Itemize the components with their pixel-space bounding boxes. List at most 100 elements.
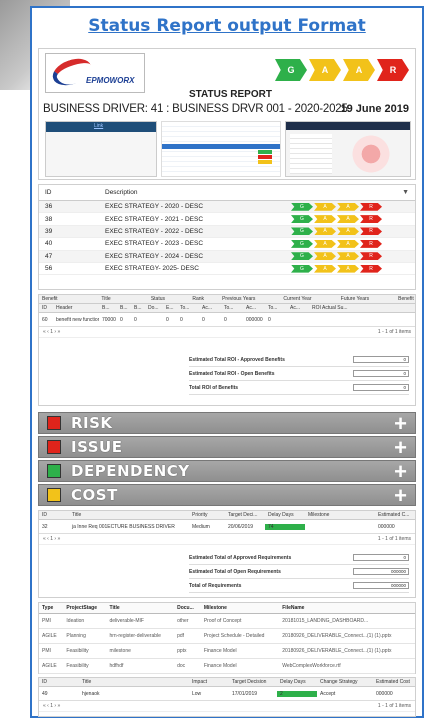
column-header-description[interactable]: Description xyxy=(99,185,285,201)
requirements-pager: « ‹ 1 › » 1 - 1 of 1 items xyxy=(39,534,415,545)
column-header[interactable]: Type xyxy=(39,603,64,614)
table-row[interactable]: 38 EXEC STRATEGY - 2021 - DESC G A A R xyxy=(39,212,415,226)
table-row[interactable]: 49 hjenaok Low 17/01/2019 2 Accept 000000 xyxy=(39,687,415,701)
row-description: EXEC STRATEGY - 2021 - DESC xyxy=(99,212,285,226)
thumbnail-link[interactable]: Link xyxy=(94,123,103,129)
pager-controls[interactable]: « ‹ 1 › » xyxy=(43,329,60,335)
row-rag: GAAR xyxy=(285,237,415,251)
pager-controls[interactable]: « ‹ 1 › » xyxy=(43,536,60,542)
tolerance-header xyxy=(286,122,410,130)
category-label: DEPENDENCY xyxy=(71,462,190,480)
table-row[interactable]: 39 EXEC STRATEGY - 2022 - DESC G A A R xyxy=(39,225,415,239)
table-row[interactable]: 36 EXEC STRATEGY - 2020 - DESC G A A R xyxy=(39,200,415,214)
table-row[interactable]: 32 ja Inne Req 001ECTURE BUSINESS DRIVER M… xyxy=(39,520,415,534)
table-row[interactable]: AGILE Planning hrn-register-deliverable pdf… xyxy=(39,628,415,644)
expand-plus-icon[interactable]: + xyxy=(394,411,407,437)
radar-chart-icon xyxy=(348,134,394,174)
summary-value: 0 xyxy=(353,370,409,377)
rag-chevron: R xyxy=(360,215,382,224)
rag-chevron: G xyxy=(291,227,313,236)
rag-chevron: A xyxy=(343,59,375,81)
benefit-column-header: ID Header B... B... B... Do... E... To... Ac... T… xyxy=(39,304,415,313)
summary-label: Estimated Total ROI - Approved Benefits xyxy=(189,356,285,363)
row-description: EXEC STRATEGY - 2024 - DESC xyxy=(99,250,285,263)
column-header: Priority xyxy=(192,512,208,518)
column-header: ID xyxy=(42,679,47,685)
expand-plus-icon[interactable]: + xyxy=(394,435,407,461)
funnel-icon[interactable]: ▼ xyxy=(402,189,409,196)
rag-indicator: GAAR xyxy=(291,264,382,273)
row-id: 36 xyxy=(39,200,99,214)
group-header: Benefit xyxy=(42,296,58,302)
benefit-grid: Benefit Title Status Rank Previous Years Curr… xyxy=(38,294,416,406)
rag-chevron: A xyxy=(314,264,336,273)
column-header: Do... xyxy=(148,305,159,311)
cell: Accept xyxy=(320,690,336,697)
category-bar-dependency[interactable]: DEPENDENCY + xyxy=(38,459,416,485)
table-row[interactable]: 40 EXEC STRATEGY - 2023 - DESC G A A R xyxy=(39,237,415,251)
category-label: COST xyxy=(71,486,118,504)
cell: doc xyxy=(174,658,201,674)
row-id: 39 xyxy=(39,225,99,239)
group-header: Rank xyxy=(192,296,205,302)
expand-plus-icon[interactable]: + xyxy=(394,483,407,509)
rag-chevron: A xyxy=(337,227,359,236)
column-header-id[interactable]: ID xyxy=(39,185,99,201)
status-report-header: EPMOWORX GAAR STATUS REPORT BUSINESS DRI… xyxy=(38,48,416,180)
documents-table-card: Type ProjectStage Title Docu... Milestone Fil… xyxy=(38,602,416,674)
rag-indicator: GAAR xyxy=(291,215,382,224)
rag-chevron: G xyxy=(291,264,313,273)
rag-chevron: A xyxy=(309,59,341,81)
cell: 20180926_DELIVERABLE_Connect...(1) (1).p… xyxy=(279,643,415,659)
column-header[interactable]: Docu... xyxy=(174,603,201,614)
row-rag: GAAR xyxy=(285,200,415,214)
tolerance-list xyxy=(290,134,332,174)
rag-chevron: A xyxy=(314,227,336,236)
category-label: ISSUE xyxy=(71,438,123,456)
rag-chevron: R xyxy=(360,239,382,248)
table-row[interactable]: 47 EXEC STRATEGY - 2024 - DESC G A A R xyxy=(39,250,415,263)
summary-value: 0 xyxy=(353,554,409,561)
expand-plus-icon[interactable]: + xyxy=(394,459,407,485)
column-header[interactable]: ProjectStage xyxy=(63,603,107,614)
column-header: Target Decision xyxy=(232,679,267,685)
cell: ja Inne Req 001ECTURE BUSINESS DRIVER xyxy=(72,523,175,530)
row-description: EXEC STRATEGY - 2020 - DESC xyxy=(99,200,285,214)
status-cell xyxy=(258,155,272,159)
rag-chevron: R xyxy=(360,264,382,273)
table-row[interactable]: 56 EXEC STRATEGY- 2025- DESC G A A R xyxy=(39,262,415,276)
cell: 20/06/2019 xyxy=(228,523,254,530)
column-header: Delay Days xyxy=(280,679,306,685)
logo-text: EPMOWORX xyxy=(86,76,135,85)
rag-chevron: A xyxy=(314,239,336,248)
table-row[interactable]: 60 benefit new function for dashboard7000… xyxy=(39,313,415,327)
column-header: Change Strategy xyxy=(320,679,358,685)
pager-controls[interactable]: « ‹ 1 › » xyxy=(43,703,60,709)
rag-chevron: G xyxy=(291,202,313,211)
category-bar-issue[interactable]: ISSUE + xyxy=(38,435,416,461)
rag-indicator: GAAR xyxy=(291,239,382,248)
rag-chevron: A xyxy=(337,252,359,261)
category-bar-risk[interactable]: RISK + xyxy=(38,411,416,437)
table-row[interactable]: PMI Feasibility milestone pptx Finance Model… xyxy=(39,643,415,659)
column-header[interactable]: Title xyxy=(106,603,175,614)
table-row[interactable]: AGILE Feasibility hdfhdf doc Finance Model We… xyxy=(39,658,415,674)
cell: WebComplexWorkforce.rtf xyxy=(279,658,415,674)
cell: PMI xyxy=(39,643,64,659)
report-date: 19 June 2019 xyxy=(340,103,410,115)
column-header: Header xyxy=(56,305,73,311)
column-header: ROI Actual Su... xyxy=(312,305,348,311)
table-row[interactable]: PMI Ideation deliverable-MIF other Proof of … xyxy=(39,613,415,629)
summary-label: Total ROI of Benefits xyxy=(189,384,239,391)
summary-value: 000000 xyxy=(353,568,409,575)
status-cell xyxy=(258,150,272,154)
column-header[interactable]: FileName xyxy=(279,603,415,614)
status-square xyxy=(47,464,61,478)
column-header[interactable]: Milestone xyxy=(200,603,280,614)
changes-column-header: ID Title Impact Target Decision Delay Days Ch… xyxy=(39,678,415,687)
summary-value: 000000 xyxy=(353,582,409,589)
cell: 0 xyxy=(134,316,137,323)
cell: 0 xyxy=(224,316,227,323)
column-header: ID xyxy=(42,305,47,311)
category-bar-cost[interactable]: COST + xyxy=(38,483,416,509)
